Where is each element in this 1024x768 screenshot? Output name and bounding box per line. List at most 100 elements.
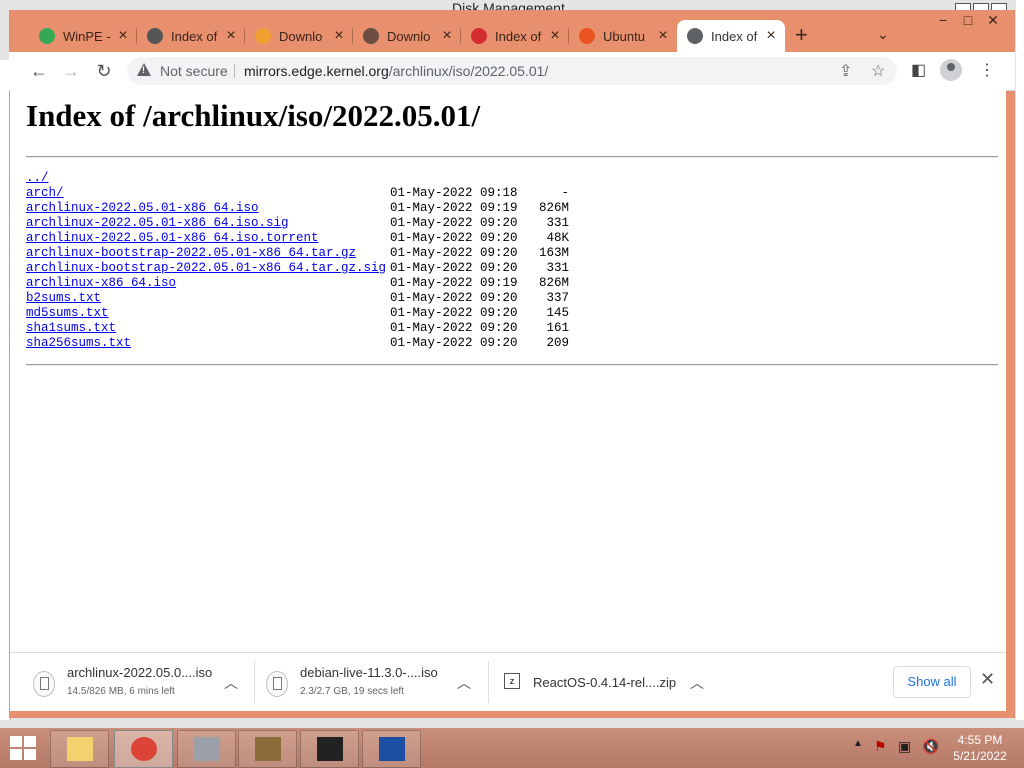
back-arrow-icon[interactable]: ← [27, 60, 51, 82]
tab-close-icon[interactable]: × [763, 27, 779, 45]
tab-label: Index of [711, 28, 758, 44]
tab-close-icon[interactable]: × [547, 27, 563, 45]
file-size: 331 [546, 261, 569, 275]
network-icon[interactable]: ▣ [898, 738, 911, 755]
file-link[interactable]: sha1sums.txt [26, 321, 116, 336]
download-status: 2.3/2.7 GB, 19 secs left [300, 686, 404, 697]
tray-expand-icon[interactable]: ▲ [853, 738, 863, 749]
tab-label: Downlo [387, 28, 431, 44]
download-shelf: archlinux-2022.05.0....iso 14.5/826 MB, … [10, 652, 1006, 711]
list-item: arch/01-May-2022 09:18- [26, 186, 626, 201]
file-link[interactable]: arch/ [26, 186, 64, 201]
bottom-divider [26, 364, 998, 366]
file-link[interactable]: sha256sums.txt [26, 336, 131, 351]
tab-5[interactable]: Ubuntu × [569, 20, 677, 52]
download-icon [363, 28, 379, 44]
taskbar-user-app[interactable] [238, 730, 297, 768]
side-panel-icon[interactable]: ◧ [911, 60, 926, 80]
taskbar-virtualbox[interactable] [362, 730, 421, 768]
file-link[interactable]: archlinux-2022.05.01-x86_64.iso.sig [26, 216, 289, 231]
warning-icon[interactable] [137, 63, 151, 76]
file-link[interactable]: archlinux-bootstrap-2022.05.01-x86_64.ta… [26, 246, 356, 261]
file-size: 161 [546, 321, 569, 335]
globe-icon [687, 28, 703, 44]
close-window-button[interactable]: ✕ [979, 10, 1007, 32]
minimize-button[interactable]: − [929, 10, 957, 32]
tab-close-icon[interactable]: × [439, 27, 455, 45]
page-title: Index of /archlinux/iso/2022.05.01/ [26, 98, 481, 133]
list-item: archlinux-2022.05.01-x86_64.iso.sig 01-Ma… [26, 216, 626, 231]
download-filename: ReactOS-0.4.14-rel....zip [533, 675, 677, 690]
chevron-up-icon[interactable]: ︿ [457, 673, 471, 693]
download-divider [488, 661, 489, 703]
file-link[interactable]: ../ [26, 171, 49, 186]
taskbar-chrome[interactable] [114, 730, 173, 768]
tab-0[interactable]: WinPE - × [29, 20, 137, 52]
taskbar-disk-management[interactable] [177, 730, 236, 768]
file-icon [266, 671, 288, 697]
file-size: 337 [546, 291, 569, 305]
download-item[interactable]: debian-live-11.3.0-....iso 2.3/2.7 GB, 1… [253, 653, 485, 711]
list-item: archlinux-x86_64.iso 01-May-2022 09:19 826… [26, 276, 626, 291]
taskbar-7zip[interactable] [300, 730, 359, 768]
action-center-flag-icon[interactable]: ⚑ [874, 738, 887, 755]
file-link[interactable]: archlinux-2022.05.01-x86_64.iso.torrent [26, 231, 319, 246]
tab-6[interactable]: Index of × [677, 20, 785, 52]
windows-start-icon[interactable] [10, 736, 36, 760]
file-link[interactable]: md5sums.txt [26, 306, 109, 321]
tab-close-icon[interactable]: × [331, 27, 347, 45]
download-site-icon [255, 28, 271, 44]
tab-close-icon[interactable]: × [223, 27, 239, 45]
google-drive-icon [39, 28, 55, 44]
file-size: 163M [538, 246, 569, 260]
file-link[interactable]: b2sums.txt [26, 291, 101, 306]
tab-close-icon[interactable]: × [655, 27, 671, 45]
disk-icon [194, 737, 220, 761]
reload-icon[interactable]: ↻ [92, 60, 116, 82]
file-size: 331 [546, 216, 569, 230]
share-icon[interactable]: ⇪ [839, 61, 852, 81]
url-path: /archlinux/iso/2022.05.01/ [388, 63, 549, 79]
file-link[interactable]: archlinux-2022.05.01-x86_64.iso [26, 201, 259, 216]
security-label[interactable]: Not secure [160, 63, 228, 79]
maximize-button[interactable]: □ [954, 10, 982, 32]
list-item: sha256sums.txt 01-May-2022 09:20 209 [26, 336, 626, 351]
list-item: archlinux-bootstrap-2022.05.01-x86_64.ta… [26, 261, 626, 276]
chevron-up-icon[interactable]: ︿ [690, 673, 704, 693]
tab-label: Ubuntu [603, 28, 645, 44]
file-link[interactable]: archlinux-x86_64.iso [26, 276, 176, 291]
tab-close-icon[interactable]: × [115, 27, 131, 45]
file-size: 48K [546, 231, 569, 245]
tab-2[interactable]: Downlo × [245, 20, 353, 52]
taskbar-file-explorer[interactable] [50, 730, 109, 768]
page-viewport: Index of /archlinux/iso/2022.05.01/ ../a… [10, 90, 1006, 652]
tab-label: Index of [171, 28, 218, 44]
tab-3[interactable]: Downlo × [353, 20, 461, 52]
tab-1[interactable]: Index of × [137, 20, 245, 52]
clock[interactable]: 4:55 PM 5/21/2022 [944, 732, 1016, 764]
menu-kebab-icon[interactable]: ⋮ [979, 60, 995, 80]
download-status: 14.5/826 MB, 6 mins left [67, 686, 175, 697]
new-tab-button[interactable]: + [795, 24, 808, 46]
chevron-up-icon[interactable]: ︿ [224, 673, 238, 693]
tab-search-icon[interactable]: ⌄ [877, 26, 889, 43]
address-bar[interactable]: Not secure mirrors.edge.kernel.org/archl… [127, 57, 897, 85]
bookmark-star-icon[interactable]: ☆ [871, 61, 885, 81]
close-shelf-icon[interactable]: ✕ [980, 669, 995, 690]
folder-icon [67, 737, 93, 761]
file-size: 826M [538, 276, 569, 290]
download-item[interactable]: z ReactOS-0.4.14-rel....zip ︿ [490, 653, 722, 711]
virtualbox-icon [379, 737, 405, 761]
profile-avatar[interactable] [940, 59, 962, 81]
url-text[interactable]: mirrors.edge.kernel.org/archlinux/iso/20… [244, 63, 548, 79]
volume-muted-icon[interactable]: 🔇 [922, 738, 939, 755]
download-item[interactable]: archlinux-2022.05.0....iso 14.5/826 MB, … [20, 653, 252, 711]
background-window-controls [955, 0, 1024, 13]
forward-arrow-icon[interactable]: → [59, 60, 83, 82]
list-item: md5sums.txt 01-May-2022 09:20 145 [26, 306, 626, 321]
list-item: archlinux-2022.05.01-x86_64.iso.torrent 0… [26, 231, 626, 246]
tab-4[interactable]: Index of × [461, 20, 569, 52]
show-all-button[interactable]: Show all [893, 666, 971, 698]
background-window-edge-right [1016, 0, 1024, 720]
file-link[interactable]: archlinux-bootstrap-2022.05.01-x86_64.ta… [26, 261, 386, 276]
